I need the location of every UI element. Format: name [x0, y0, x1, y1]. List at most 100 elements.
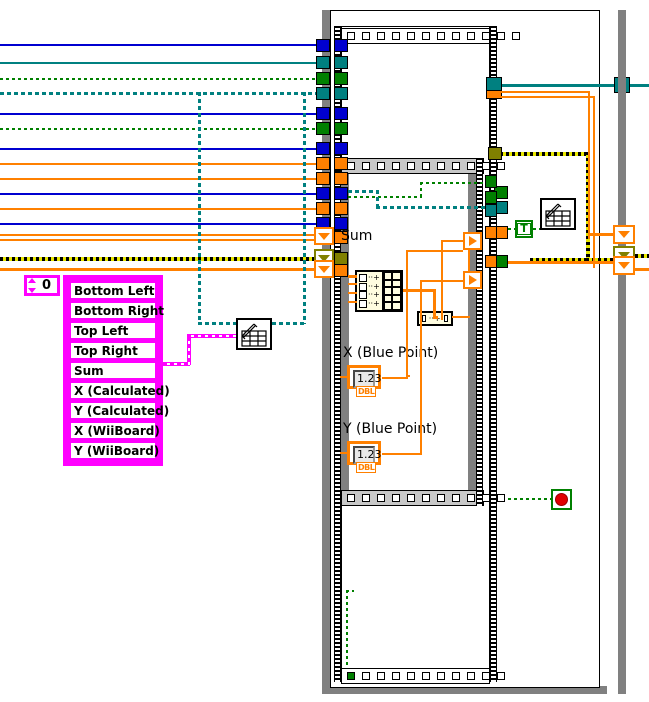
stop-button[interactable] [551, 489, 572, 510]
tunnel-boolean[interactable] [334, 72, 348, 85]
tunnel-boolean-inner-2[interactable] [485, 175, 497, 188]
array-index-display[interactable]: 0 [24, 275, 60, 296]
tunnel-dbl[interactable] [316, 172, 330, 185]
wire-dbl-to-y [340, 452, 348, 454]
wire-to-x-indicator [382, 377, 408, 379]
wire-arrow-in-2 [420, 280, 463, 282]
tunnel-i32[interactable] [316, 39, 330, 52]
loop-marker [392, 162, 400, 170]
tunnel-boolean-inner[interactable] [485, 191, 497, 204]
string-array-item[interactable]: Bottom Right [69, 301, 164, 320]
tunnel-boolean[interactable] [316, 122, 330, 135]
wire-index-out [452, 316, 470, 318]
event-case-marker [422, 32, 430, 40]
shift-register-right-dbl[interactable] [613, 225, 635, 244]
wire-i32 [0, 44, 318, 46]
write-to-spreadsheet-subvi-left[interactable]: I [236, 318, 272, 350]
tunnel-dbl-inner[interactable] [485, 226, 497, 239]
tunnel-i32[interactable] [334, 39, 348, 52]
index-array-input [422, 315, 426, 322]
tunnel-i32[interactable] [316, 107, 330, 120]
tunnel-error-out[interactable] [488, 147, 502, 160]
index-array-output [443, 315, 448, 322]
wire-dbl-right-v [588, 91, 590, 239]
string-array-item[interactable]: Top Left [69, 321, 157, 340]
tunnel-boolean[interactable] [334, 122, 348, 135]
event-case-marker [407, 672, 415, 680]
tunnel-i32[interactable] [316, 142, 330, 155]
wire-to-index-array [433, 316, 438, 319]
loop-marker [407, 162, 415, 170]
tunnel-i32[interactable] [334, 187, 348, 200]
string-array-item[interactable]: Bottom Left [69, 281, 157, 300]
wire-to-sr2 [508, 261, 613, 264]
y-blue-point-label: Y (Blue Point) [343, 421, 438, 437]
shift-register-right-dbl2[interactable] [613, 256, 635, 275]
inner-loop-dashed-border [476, 158, 483, 506]
tunnel-dbl[interactable] [334, 264, 348, 277]
tunnel-i32[interactable] [334, 107, 348, 120]
event-case-marker [362, 672, 370, 680]
tunnel-refnum[interactable] [316, 56, 330, 69]
index-arrow-y[interactable] [463, 271, 482, 289]
string-array-item[interactable]: Top Right [69, 341, 157, 360]
wire-stop-boolean [346, 590, 354, 592]
index-arrow-x[interactable] [463, 232, 482, 250]
wire-i32 [0, 113, 318, 115]
tunnel-boolean[interactable] [316, 72, 330, 85]
wire-error-top [494, 152, 590, 156]
event-structure-right-border[interactable] [490, 26, 497, 682]
tunnel-dbl[interactable] [316, 157, 330, 170]
string-array-item[interactable]: X (Calculated) [69, 381, 170, 400]
wire-dbl-top [500, 91, 590, 93]
tunnel-dbl[interactable] [334, 202, 348, 215]
shift-register-dbl-2[interactable] [314, 260, 334, 278]
wire-dbl-top2 [500, 96, 594, 98]
y-blue-point-type-tag: DBL [356, 462, 377, 473]
wire-refnum-right-out [630, 84, 649, 87]
build-array-input[interactable]: ··+ [359, 299, 380, 309]
wire-cluster-right [376, 206, 488, 209]
tunnel-cluster[interactable] [334, 87, 348, 100]
svg-text:I: I [548, 210, 550, 217]
loop-marker [347, 494, 355, 502]
wire-boolean [0, 128, 318, 130]
string-array-item[interactable]: X (WiiBoard) [69, 421, 160, 440]
string-array-item[interactable]: Y (Calculated) [69, 401, 169, 420]
string-array-constant[interactable]: Bottom Left Bottom Right Top Left Top Ri… [63, 275, 170, 466]
string-array-item[interactable]: Sum [69, 361, 157, 380]
loop-marker [452, 494, 460, 502]
shift-register-dbl[interactable] [314, 227, 334, 245]
loop-marker [482, 494, 490, 502]
event-case-marker [407, 32, 415, 40]
tunnel-dbl[interactable] [334, 157, 348, 170]
index-spinner-icon[interactable] [28, 278, 37, 293]
build-array-node[interactable]: ··+ ··+ ··+ ··+ [355, 270, 403, 312]
wire-cluster-vertical [198, 92, 201, 324]
wire-x-down [406, 250, 408, 378]
tunnel-cluster[interactable] [316, 87, 330, 100]
wire-dbl [348, 275, 357, 278]
x-blue-point-type-tag: DBL [356, 386, 377, 397]
tunnel-dbl[interactable] [334, 172, 348, 185]
event-case-marker [377, 32, 385, 40]
event-case-marker [362, 32, 370, 40]
wire-stop-boolean [346, 590, 348, 668]
write-to-spreadsheet-subvi-right[interactable]: I [540, 198, 576, 230]
true-constant[interactable]: T [515, 220, 533, 238]
inner-loop-right-border[interactable] [468, 158, 476, 506]
string-array-item[interactable]: Y (WiiBoard) [69, 441, 159, 460]
tunnel-refnum[interactable] [334, 56, 348, 69]
wire-x-from-arrow [406, 250, 463, 252]
event-boolean-tunnel [347, 672, 355, 680]
tunnel-i32[interactable] [316, 187, 330, 200]
wire-dbl [0, 234, 318, 236]
tunnel-dbl[interactable] [316, 202, 330, 215]
wire-string-array [187, 337, 191, 365]
tunnel-i32[interactable] [334, 142, 348, 155]
wire-i32 [0, 193, 318, 195]
tunnel-dbl-inner-2[interactable] [485, 255, 497, 268]
wire-arrow-down [420, 280, 422, 455]
wire-cluster-vertical-2 [303, 92, 306, 324]
stop-button-icon [555, 493, 568, 506]
